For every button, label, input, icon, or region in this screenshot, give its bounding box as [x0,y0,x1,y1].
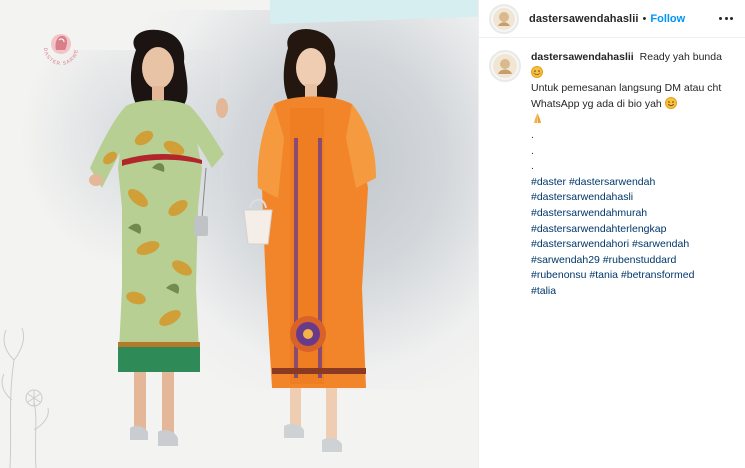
brand-avatar-icon [493,7,515,30]
hashtag-line[interactable]: #dastersarwendahmurah [531,206,731,222]
post-caption: dastersawendahaslii Ready yah bunda Untu… [531,50,731,300]
caption-dot-3: . [531,160,534,173]
brand-avatar-icon [493,54,517,78]
caption-dot-2: . [531,144,534,157]
separator-dot: • [642,12,647,25]
post-image[interactable]: DASTER SARWENDAH [0,0,478,468]
hashtag-line[interactable]: #dastersarwendahterlengkap [531,222,731,238]
caption-username-link[interactable]: dastersawendahaslii [531,51,634,63]
more-options-icon[interactable] [719,11,733,25]
username-link[interactable]: dastersawendahaslii [529,13,639,25]
model-green-dress [89,29,228,446]
model-orange-dress [243,28,376,452]
floral-decoration [1,327,49,468]
hashtag-line[interactable]: #dastersarwendahori #sarwendah [531,237,731,253]
caption-row: dastersawendahaslii Ready yah bunda Untu… [479,38,745,300]
hashtag-line[interactable]: #dastersarwendahasli [531,190,731,206]
hashtag-line[interactable]: #sarwendah29 #rubenstuddard [531,253,731,269]
hashtag-line[interactable]: #daster #dastersarwendah [531,175,731,191]
smile-emoji-icon [664,96,677,109]
blush-emoji-icon [531,65,543,78]
pray-emoji-icon [531,112,544,124]
caption-line-2: Untuk pemesanan langsung DM atau cht Wha… [531,82,722,110]
caption-line-1: Ready yah bunda [639,51,722,63]
post-header: dastersawendahaslii • Follow [479,0,745,38]
follow-button[interactable]: Follow [650,13,685,25]
hashtag-line[interactable]: #talia [531,284,731,300]
caption-dot-1: . [531,128,534,141]
avatar[interactable] [489,3,519,34]
caption-avatar[interactable] [489,50,521,82]
post-side-panel: dastersawendahaslii • Follow dastersawen… [478,0,745,468]
hashtag-line[interactable]: #rubenonsu #tania #betransformed [531,268,731,284]
